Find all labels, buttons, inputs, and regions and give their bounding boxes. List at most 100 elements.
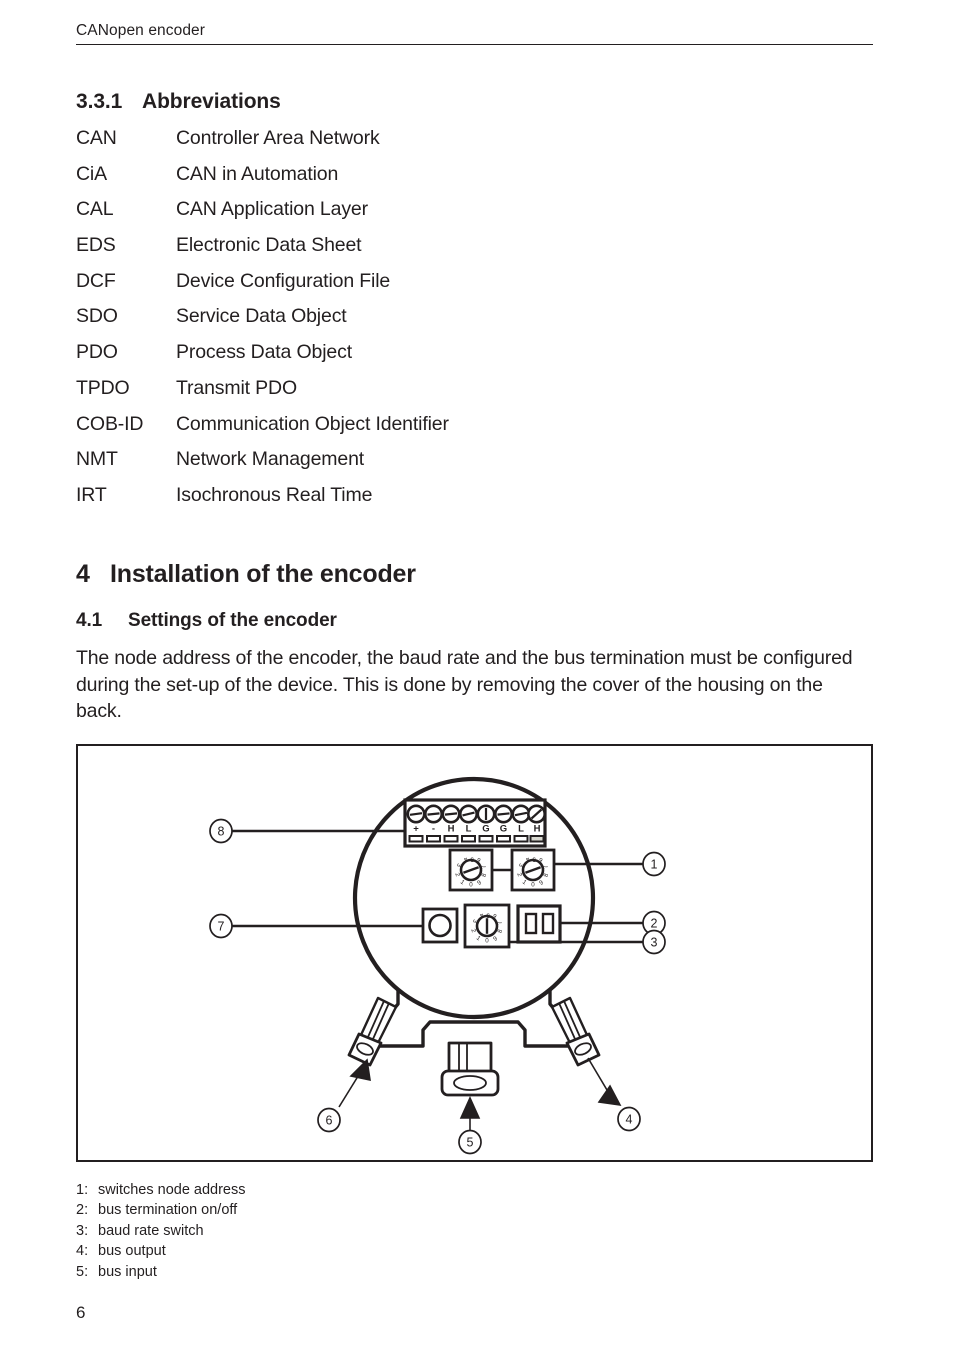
legend-item-key: 2: [76, 1202, 89, 1219]
abbreviation-key: CAN [76, 127, 117, 149]
legend-item-label: bus termination on/off [98, 1202, 238, 1219]
abbreviation-row: CAL CAN Application Layer [76, 198, 776, 234]
running-header: CANopen encoder [76, 22, 206, 39]
svg-text:2: 2 [651, 917, 658, 931]
svg-text:5: 5 [467, 1136, 474, 1150]
header-rule [76, 44, 873, 45]
abbreviation-key: CiA [76, 162, 107, 185]
legend-item-key: 1: [76, 1182, 89, 1198]
svg-text:0: 0 [531, 881, 535, 888]
abbreviation-value: Device Configuration File [176, 269, 391, 292]
legend-item: 2: bus termination on/off [76, 1200, 246, 1220]
legend-item-label: bus input [98, 1263, 157, 1280]
subsection-heading-settings: 4.1 Settings of the encoder [76, 610, 337, 632]
arrow-head-4 [597, 1084, 622, 1107]
page-number: 6 [76, 1303, 86, 1322]
abbreviation-value: Controller Area Network [176, 127, 380, 149]
svg-text:4: 4 [626, 1113, 633, 1127]
legend-item: 3: baud rate switch [76, 1221, 246, 1241]
legend-item-label: switches node address [98, 1182, 246, 1198]
abbreviation-row: CAN Controller Area Network [76, 127, 776, 163]
abbreviation-value: Transmit PDO [176, 376, 297, 399]
abbreviation-key: NMT [76, 448, 118, 471]
svg-text:7: 7 [218, 920, 225, 934]
arrow-line-4 [587, 1057, 608, 1091]
legend-item-key: 5: [76, 1263, 89, 1280]
abbreviation-value: CAN in Automation [176, 162, 339, 185]
svg-text:5: 5 [486, 911, 490, 918]
terminal-label-2: H [448, 824, 455, 835]
legend-item: 5: bus input [76, 1262, 246, 1282]
section-title: Installation of the encoder [110, 560, 416, 588]
svg-text:0: 0 [485, 937, 489, 944]
abbreviation-row: IRT Isochronous Real Time [76, 484, 776, 520]
abbreviation-value: Service Data Object [176, 305, 347, 328]
abbreviation-key: IRT [76, 483, 107, 506]
callout-1: 1 [642, 851, 666, 877]
rotary-switch-node-address-low: 0 1 2 3 4 5 6 7 8 9 [510, 848, 556, 892]
abbreviation-row: TPDO Transmit PDO [76, 377, 776, 413]
abbreviation-row: PDO Process Data Object [76, 341, 776, 377]
led-indicator [421, 907, 459, 944]
arrow-head-6 [349, 1058, 371, 1082]
abbreviation-key: COB-ID [76, 412, 144, 435]
heading-number: 3.3.1 [76, 90, 123, 113]
figure-legend: 1: switches node address 2: bus termination… [76, 1180, 246, 1282]
abbreviation-key: PDO [76, 341, 118, 364]
terminal-label-0: + [413, 824, 419, 835]
legend-item-key: 3: [76, 1222, 89, 1239]
callout-4: 4 [617, 1106, 641, 1132]
document-page: CANopen encoder 3.3.1 Abbreviations CAN Co… [0, 0, 954, 1350]
abbreviation-row: COB-ID Communication Object Identifier [76, 413, 776, 449]
legend-item: 4: bus output [76, 1241, 246, 1261]
abbreviation-key: EDS [76, 234, 116, 257]
subsection-number: 4.1 [76, 610, 103, 631]
abbreviation-value: Process Data Object [176, 341, 352, 364]
callout-7: 7 [209, 913, 233, 939]
encoder-diagram: + - H L G G L H 0 1 2 3 4 5 6 7 8 9 0 1 … [209, 776, 666, 1155]
abbreviation-key: CAL [76, 198, 114, 221]
abbreviation-key: TPDO [76, 376, 130, 399]
callout-5: 5 [458, 1129, 482, 1155]
callout-8: 8 [209, 818, 233, 844]
abbreviation-value: Network Management [176, 448, 365, 471]
svg-text:0: 0 [469, 881, 473, 888]
legend-item-label: baud rate switch [98, 1222, 204, 1239]
abbreviation-value: CAN Application Layer [176, 198, 368, 221]
arrow-head-5 [459, 1096, 481, 1119]
abbreviation-value: Communication Object Identifier [176, 412, 449, 435]
callout-3: 3 [642, 929, 666, 955]
abbreviation-row: SDO Service Data Object [76, 305, 776, 341]
abbreviation-row: CiA CAN in Automation [76, 163, 776, 199]
rotary-switch-baud-rate: 0 1 2 3 4 5 6 7 8 9 [463, 903, 511, 949]
abbreviation-key: SDO [76, 305, 118, 328]
svg-text:3: 3 [651, 936, 658, 950]
subsection-title: Settings of the encoder [128, 610, 337, 631]
section-number: 4 [76, 560, 90, 588]
abbreviation-list: CAN Controller Area Network CiA CAN in Auto… [76, 127, 776, 520]
abbreviation-row: EDS Electronic Data Sheet [76, 234, 776, 270]
page-title: 3.3.1 Abbreviations [76, 90, 281, 114]
svg-text:6: 6 [326, 1114, 333, 1128]
terminal-label-1: - [432, 824, 435, 835]
terminal-label-6: L [518, 824, 524, 835]
abbreviation-row: DCF Device Configuration File [76, 270, 776, 306]
abbreviation-key: DCF [76, 269, 116, 292]
abbreviation-row: NMT Network Management [76, 448, 776, 484]
heading-text: Abbreviations [142, 90, 281, 113]
terminal-label-5: G [500, 824, 507, 835]
abbreviation-value: Isochronous Real Time [176, 483, 373, 506]
terminal-label-3: L [466, 824, 472, 835]
section-heading-installation: 4 Installation of the encoder [76, 560, 416, 589]
terminal-label-7: H [534, 824, 541, 835]
svg-text:5: 5 [532, 855, 536, 862]
abbreviation-value: Electronic Data Sheet [176, 234, 362, 257]
legend-item: 1: switches node address [76, 1180, 246, 1200]
svg-text:8: 8 [218, 825, 225, 839]
cable-gland-center [440, 1041, 500, 1097]
terminal-label-4: G [482, 824, 489, 835]
svg-text:5: 5 [470, 855, 474, 862]
body-paragraph: The node address of the encoder, the bau… [76, 647, 853, 722]
legend-item-label: bus output [98, 1243, 166, 1260]
dip-switch-bus-termination [516, 904, 562, 944]
